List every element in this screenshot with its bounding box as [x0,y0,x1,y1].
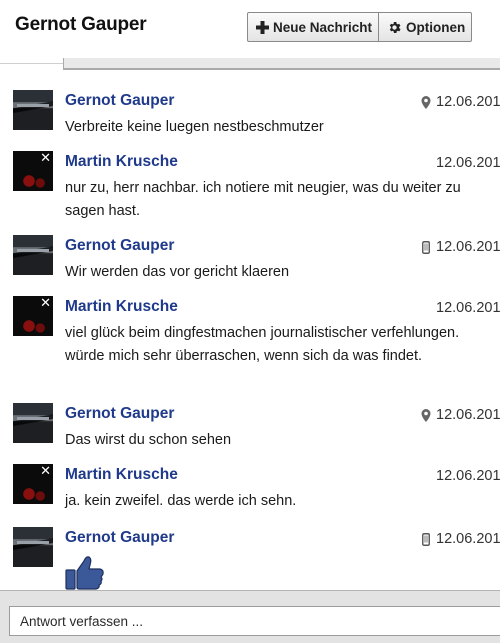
message-meta: 12.06.201 [420,468,500,484]
message-date: 12.06.201 [436,300,500,316]
thread-divider [0,58,500,70]
conversation-title: Gernot Gauper [15,14,147,35]
message-date: 12.06.201 [436,94,500,110]
gear-icon [387,20,402,35]
avatar[interactable] [13,527,53,567]
message-date: 12.06.201 [436,239,500,255]
message-date: 12.06.201 [436,468,500,484]
sender-name[interactable]: Gernot Gauper [65,92,174,110]
options-label: Optionen [406,19,466,35]
new-message-button[interactable]: Neue Nachricht [248,13,378,41]
mobile-phone-icon [420,532,432,546]
plus-icon [256,20,269,34]
message-text: Das wirst du schon sehen [65,432,232,448]
avatar[interactable]: ✕ [13,464,53,504]
header-actions: Neue Nachricht Optionen [247,12,473,42]
new-message-label: Neue Nachricht [273,19,373,35]
avatar[interactable]: ✕ [13,296,53,336]
message-meta: 12.06.201 [420,300,500,316]
thumbs-up-icon [65,554,105,595]
sender-name[interactable]: Martin Krusche [65,153,178,171]
message-date: 12.06.201 [436,155,500,171]
reply-composer [0,590,500,643]
message-text: nur zu, herr nachbar. ich notiere mit ne… [65,180,461,219]
sender-name[interactable]: Martin Krusche [65,466,178,484]
sender-name[interactable]: Gernot Gauper [65,405,174,423]
location-pin-icon[interactable] [420,95,432,109]
sender-name[interactable]: Martin Krusche [65,298,178,316]
conversation-header: Gernot Gauper Neue Nachricht Optionen [0,0,500,70]
sender-name[interactable]: Gernot Gauper [65,237,174,255]
message-date: 12.06.201 [436,407,500,423]
message-list: Gernot Gauper 12.06.201 Verbreite keine … [0,70,500,590]
message-meta: 12.06.201 [420,531,500,547]
message-text: viel glück beim dingfestmachen journalis… [65,325,460,364]
message-meta: 12.06.201 [420,94,500,110]
options-button[interactable]: Optionen [378,13,471,41]
message-meta: 12.06.201 [420,407,500,423]
message-text: Verbreite keine luegen nestbeschmutzer [65,119,324,135]
avatar[interactable] [13,90,53,130]
message-meta: 12.06.201 [420,155,500,171]
avatar[interactable] [13,403,53,443]
close-icon: ✕ [40,464,51,478]
message-date: 12.06.201 [436,531,500,547]
message-text: ja. kein zweifel. das werde ich sehn. [65,493,297,509]
location-pin-icon[interactable] [420,408,432,422]
message-text: Wir werden das vor gericht klaeren [65,264,290,280]
mobile-phone-icon [420,240,432,254]
close-icon: ✕ [40,151,51,165]
reply-input[interactable] [9,606,500,636]
message-meta: 12.06.201 [420,239,500,255]
avatar[interactable] [13,235,53,275]
avatar[interactable]: ✕ [13,151,53,191]
close-icon: ✕ [40,296,51,310]
sender-name[interactable]: Gernot Gauper [65,529,174,547]
